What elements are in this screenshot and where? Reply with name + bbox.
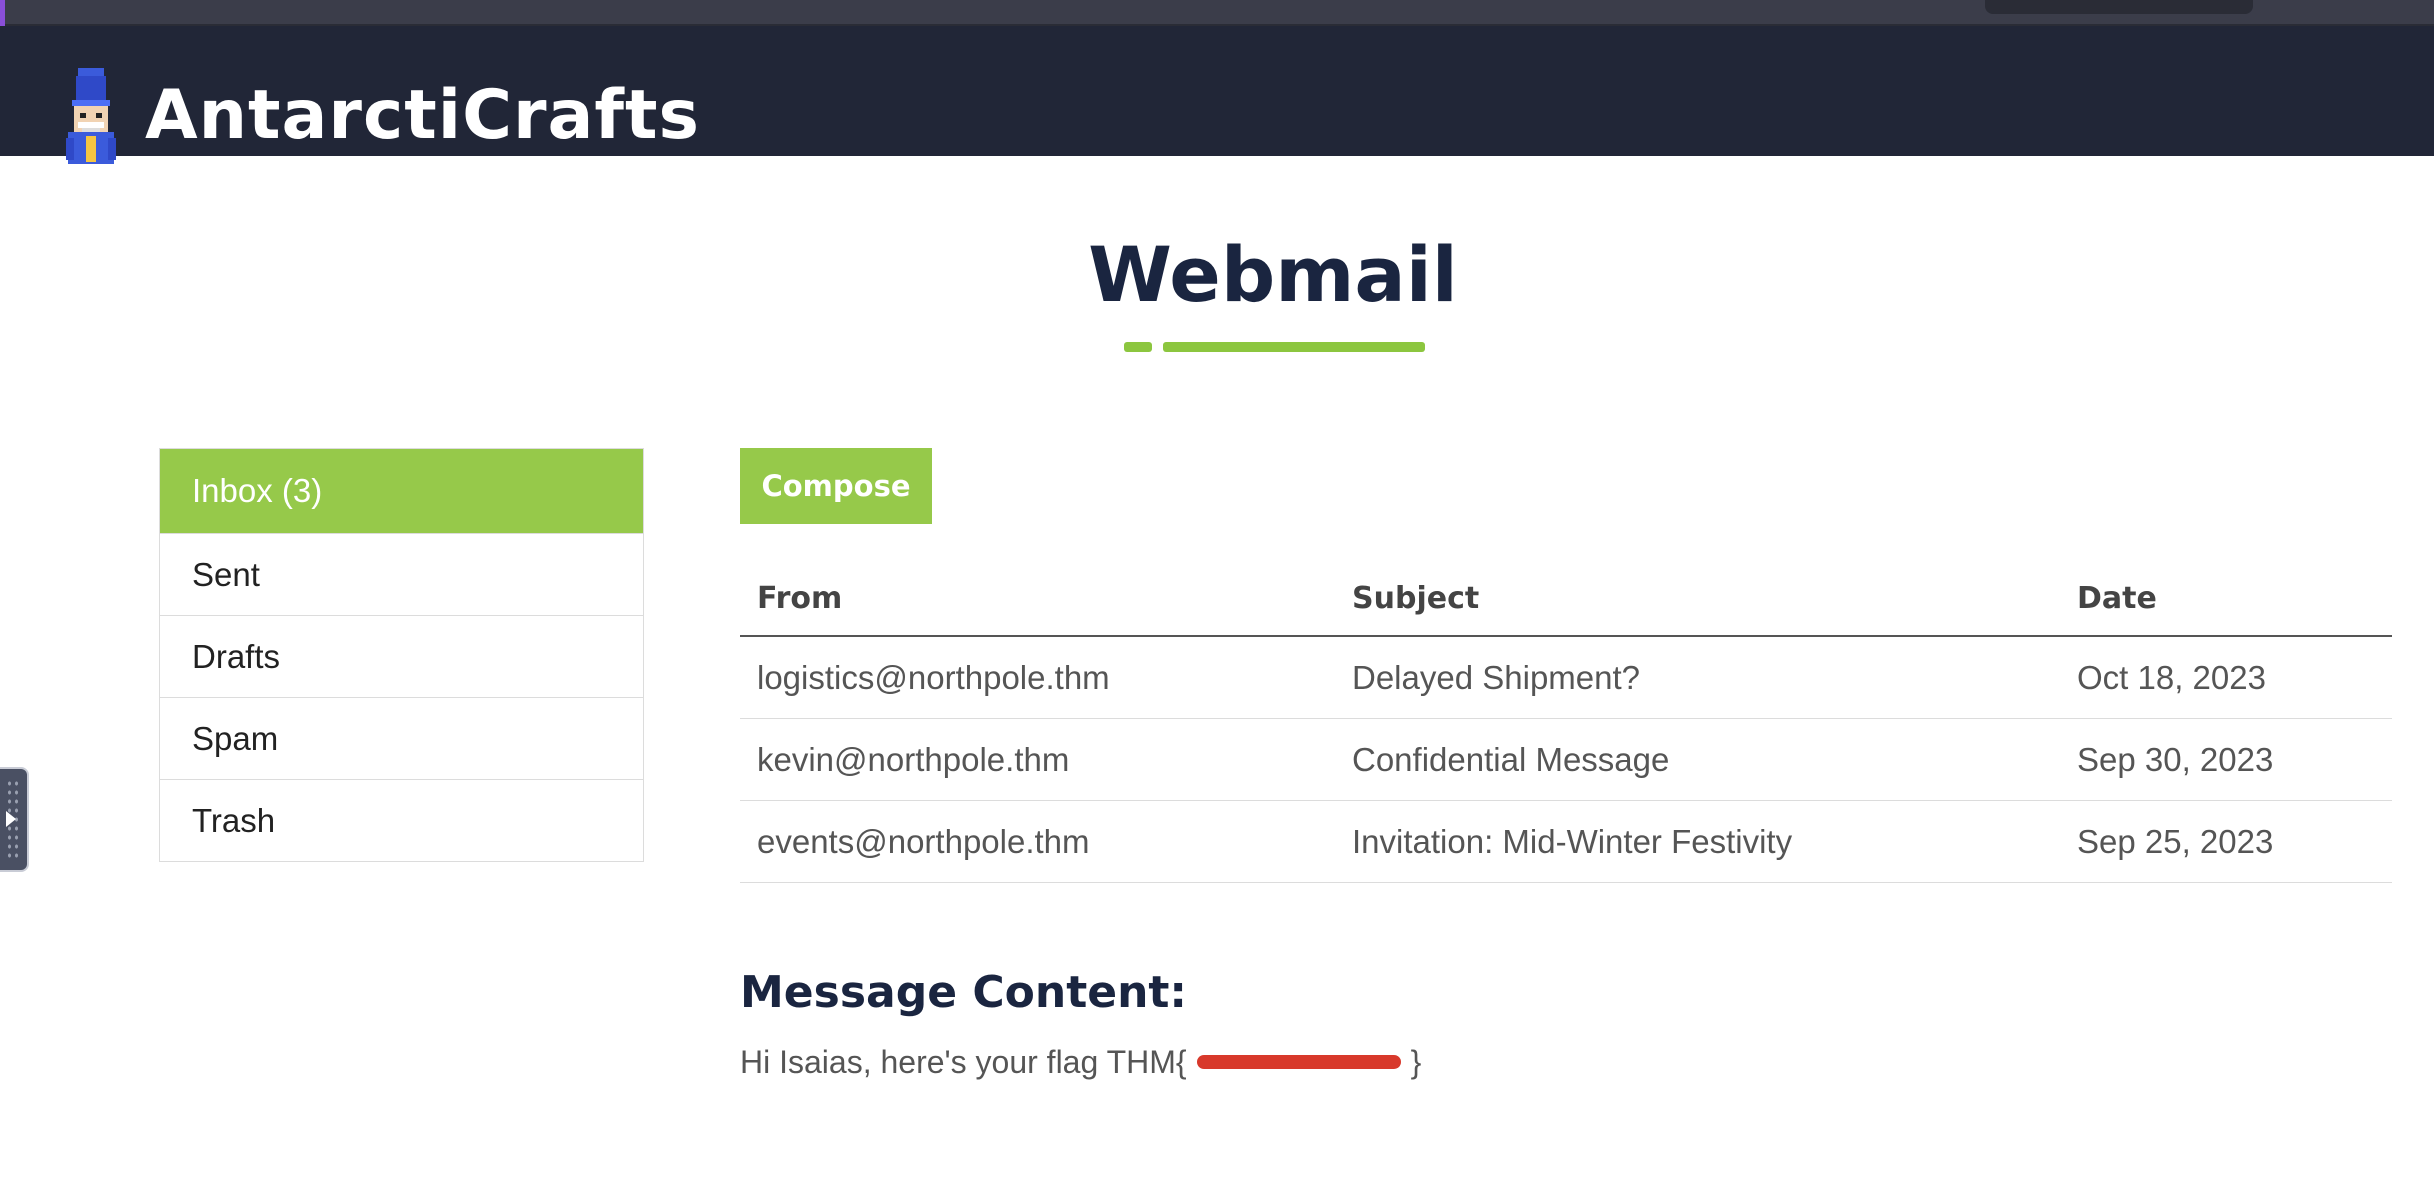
- site-header: AntarctiCrafts: [0, 26, 2434, 164]
- message-body-closing: }: [1410, 1044, 1422, 1080]
- page-title: Webmail: [1088, 230, 1458, 319]
- row-from: logistics@northpole.thm: [757, 659, 1110, 696]
- row-subject: Confidential Message: [1352, 741, 1670, 778]
- row-subject: Delayed Shipment?: [1352, 659, 1641, 696]
- message-content-title: Message Content:: [740, 967, 1188, 1018]
- message-body: Hi Isaias, here's your flag THM{ }: [740, 1040, 1421, 1084]
- browser-toolbar-pill: [1985, 0, 2253, 14]
- folder-spam[interactable]: Spam: [160, 697, 643, 779]
- mail-table: From Subject Date logistics@northpole.th…: [740, 560, 2392, 883]
- row-subject: Invitation: Mid-Winter Festivity: [1352, 823, 1793, 860]
- row-date: Oct 18, 2023: [2077, 659, 2266, 696]
- compose-button[interactable]: Compose: [740, 448, 932, 524]
- brand-name[interactable]: AntarctiCrafts: [145, 76, 700, 156]
- folder-list: Inbox (3) Sent Drafts Spam Trash: [159, 448, 644, 862]
- column-header-date: Date: [2077, 581, 2157, 616]
- folder-drafts[interactable]: Drafts: [160, 615, 643, 697]
- folder-sent[interactable]: Sent: [160, 533, 643, 615]
- folder-trash[interactable]: Trash: [160, 779, 643, 861]
- redacted-flag: [1187, 1040, 1411, 1084]
- column-header-from: From: [757, 581, 843, 616]
- play-icon: [6, 811, 16, 827]
- browser-top-strip: [0, 0, 2434, 26]
- column-header-subject: Subject: [1352, 581, 1480, 616]
- table-header: From Subject Date: [740, 560, 2392, 637]
- nutcracker-mascot-icon: [66, 68, 116, 164]
- row-from: events@northpole.thm: [757, 823, 1090, 860]
- message-body-text: Hi Isaias, here's your flag THM{: [740, 1044, 1187, 1080]
- side-panel-handle[interactable]: [0, 767, 29, 872]
- row-date: Sep 25, 2023: [2077, 823, 2274, 860]
- row-date: Sep 30, 2023: [2077, 741, 2274, 778]
- table-row[interactable]: kevin@northpole.thm Confidential Message…: [740, 719, 2392, 801]
- table-row[interactable]: logistics@northpole.thm Delayed Shipment…: [740, 637, 2392, 719]
- title-underline-long: [1163, 342, 1425, 352]
- table-row[interactable]: events@northpole.thm Invitation: Mid-Win…: [740, 801, 2392, 883]
- folder-inbox[interactable]: Inbox (3): [160, 449, 643, 533]
- row-from: kevin@northpole.thm: [757, 741, 1070, 778]
- redaction-bar: [1196, 1055, 1401, 1069]
- browser-edge-accent: [0, 0, 5, 26]
- title-underline-short: [1124, 342, 1152, 352]
